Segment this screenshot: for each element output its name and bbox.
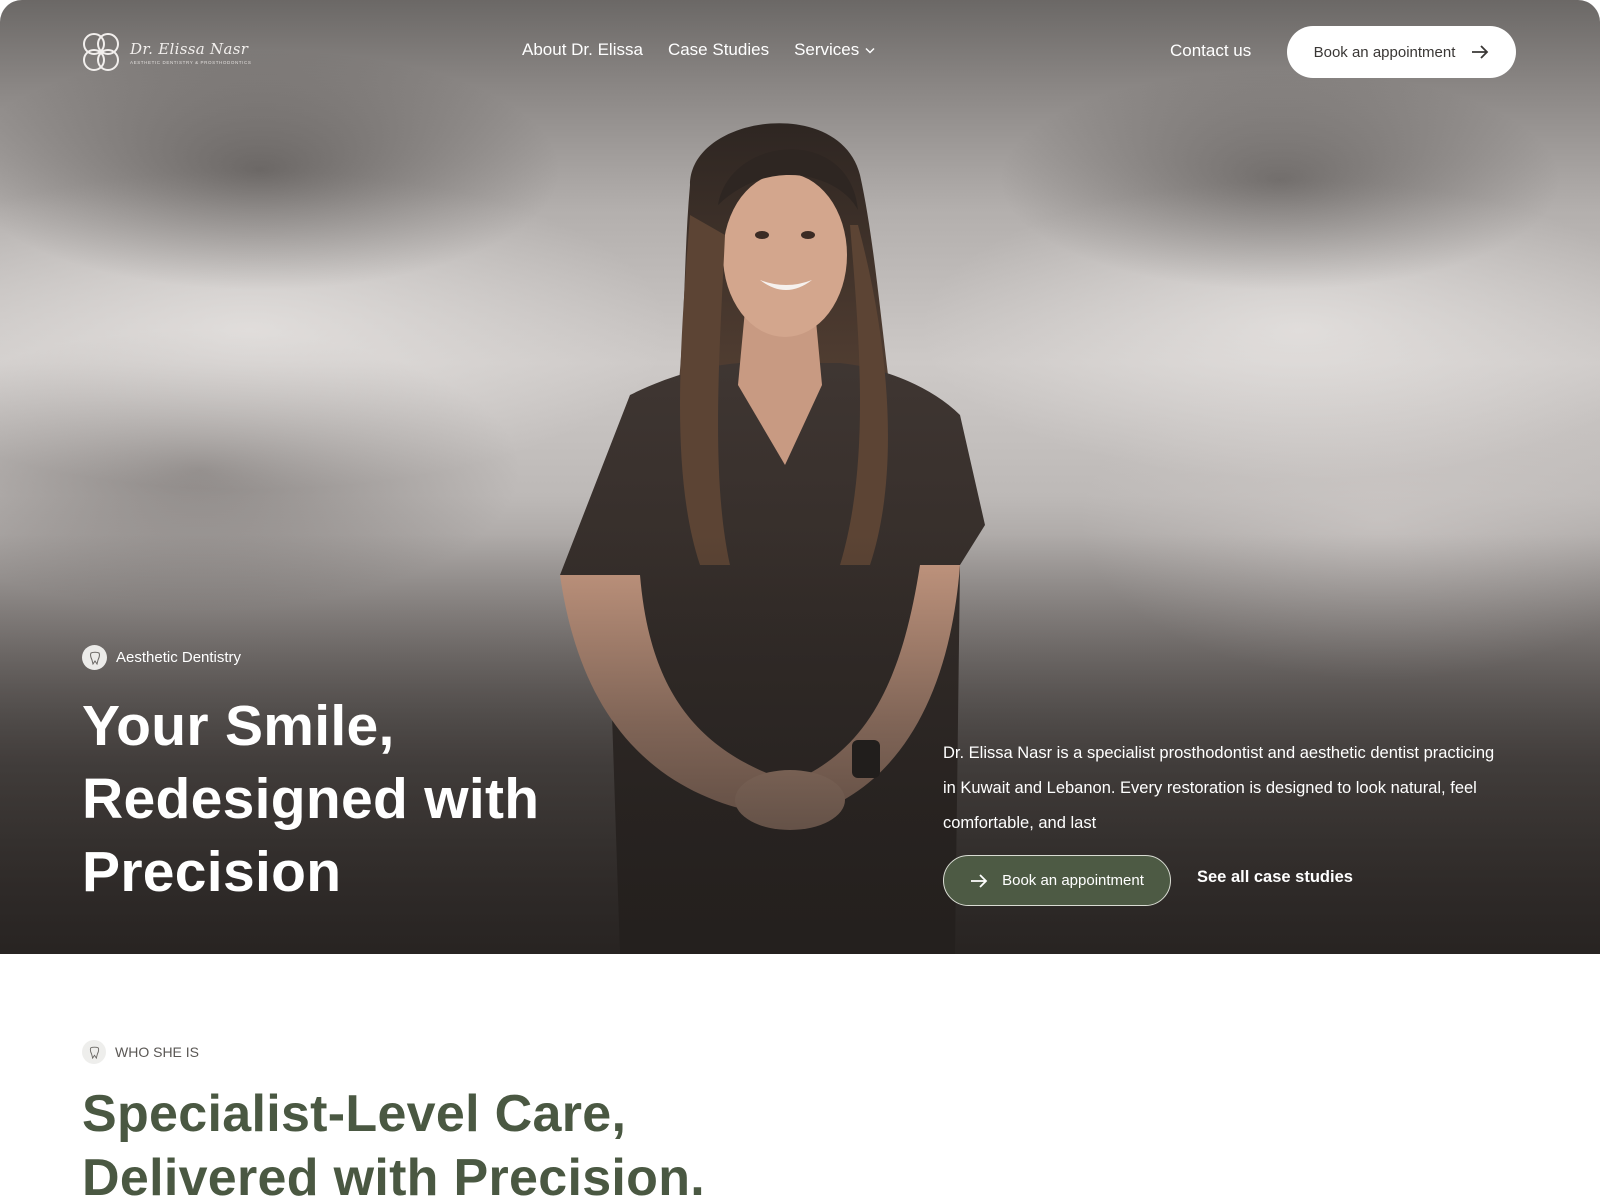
logo-tagline: AESTHETIC DENTISTRY & PROSTHODONTICS xyxy=(130,59,252,65)
hero-section: Dr. Elissa Nasr AESTHETIC DENTISTRY & PR… xyxy=(0,0,1600,954)
see-all-case-studies-link[interactable]: See all case studies xyxy=(1197,868,1353,887)
main-nav: About Dr. Elissa Case Studies Services xyxy=(522,40,875,60)
hero-title-line-3: Precision xyxy=(82,840,342,904)
contact-link[interactable]: Contact us xyxy=(1170,41,1251,61)
about-eyebrow-label: WHO SHE IS xyxy=(115,1044,200,1060)
tooth-icon xyxy=(82,1040,106,1064)
hero-title: Your Smile, Redesigned with Precision xyxy=(82,690,642,909)
header-book-button[interactable]: Book an appointment xyxy=(1287,26,1516,78)
about-title-line-2: Delivered with Precision. xyxy=(82,1149,706,1200)
chevron-down-icon xyxy=(865,47,875,54)
about-title: Specialist-Level Care, Delivered with Pr… xyxy=(82,1082,982,1200)
tooth-icon xyxy=(82,645,107,670)
site-logo[interactable]: Dr. Elissa Nasr AESTHETIC DENTISTRY & PR… xyxy=(80,28,260,76)
hero-description: Dr. Elissa Nasr is a specialist prosthod… xyxy=(943,744,1495,832)
nav-case-studies[interactable]: Case Studies xyxy=(668,40,769,60)
nav-case-studies-label: Case Studies xyxy=(667,40,770,59)
arrow-right-icon xyxy=(1472,45,1489,59)
nav-about-label: About Dr. Elissa xyxy=(522,40,643,59)
hero-book-button[interactable]: Book an appointment xyxy=(943,855,1171,906)
logo-name: Dr. Elissa Nasr xyxy=(130,39,249,58)
arrow-right-icon xyxy=(971,873,988,888)
nav-services[interactable]: Services xyxy=(794,40,875,60)
hero-book-label: Book an appointment xyxy=(1002,872,1144,889)
flower-logo-icon xyxy=(83,33,119,71)
hero-tag: Aesthetic Dentistry xyxy=(82,645,241,670)
nav-services-label: Services xyxy=(794,40,860,59)
about-title-line-1: Specialist-Level Care, xyxy=(82,1085,627,1143)
hero-title-line-2: Redesigned with xyxy=(82,767,540,831)
about-eyebrow: WHO SHE IS xyxy=(82,1040,199,1064)
nav-about[interactable]: About Dr. Elissa xyxy=(522,40,643,60)
header-book-label: Book an appointment xyxy=(1313,43,1456,61)
hero-tag-label: Aesthetic Dentistry xyxy=(116,649,242,666)
hero-title-line-1: Your Smile, xyxy=(82,694,395,758)
